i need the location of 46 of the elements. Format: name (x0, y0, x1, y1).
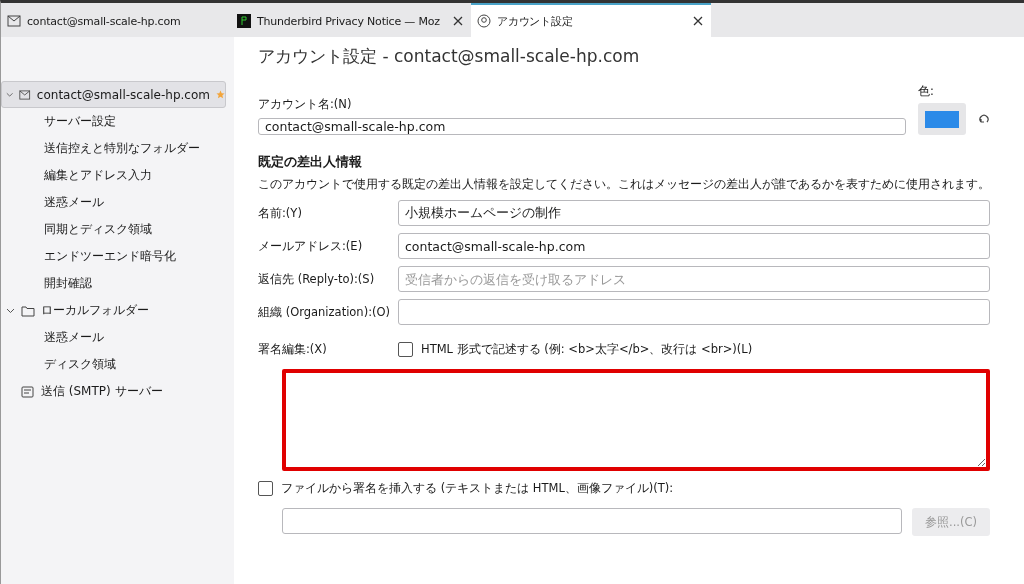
mail-account-icon (7, 15, 21, 27)
field-label: アカウント名:(N) (258, 97, 353, 112)
input-field[interactable]: 小規模ホームページの制作 (398, 200, 990, 226)
checkbox-label: ファイルから署名を挿入する (テキストまたは HTML、画像ファイル)(T): (281, 481, 674, 496)
page-title: アカウント設定 - contact@small-scale-hp.com (258, 45, 641, 68)
account-icon (477, 14, 491, 28)
input-field[interactable]: contact@small-scale-hp.com (398, 233, 990, 259)
tab[interactable]: Thunderbird Privacy Notice — Moz (231, 3, 471, 37)
sidebar-item[interactable]: エンドツーエンド暗号化 (1, 243, 226, 270)
chevron-icon[interactable] (6, 306, 15, 315)
mail-account-icon (19, 88, 31, 101)
tab[interactable]: contact@small-scale-hp.com (1, 3, 231, 37)
input-field[interactable] (398, 299, 990, 325)
checkbox[interactable] (258, 481, 273, 496)
sidebar-item[interactable]: contact@small-scale-hp.com (1, 81, 226, 108)
field-label: 署名編集:(X) (258, 342, 328, 357)
field-label: 返信先 (Reply-to):(S) (258, 271, 376, 287)
page-icon (237, 14, 251, 28)
folder-icon (21, 304, 35, 317)
sidebar-item[interactable]: 編集とアドレス入力 (1, 162, 226, 189)
server-icon (21, 384, 35, 399)
sidebar-item[interactable]: 送信控えと特別なフォルダー (1, 135, 226, 162)
sidebar-item[interactable]: ローカルフォルダー (1, 297, 226, 324)
reset-icon[interactable] (978, 113, 990, 125)
checkbox-label: HTML 形式で記述する (例: <b>太字</b>、改行は <br>)(L) (421, 342, 753, 357)
sidebar-item[interactable]: 迷惑メール (1, 189, 226, 216)
color-label: 色: (918, 84, 935, 99)
field-label: メールアドレス:(E) (258, 238, 364, 254)
input-field[interactable]: 受信者からの返信を受け取るアドレス (398, 266, 990, 292)
sidebar-item[interactable]: 同期とディスク領域 (1, 216, 226, 243)
section-description: このアカウントで使用する既定の差出人情報を設定してください。これはメッセージの差出人が誰であるかを表すために使用されます。 (258, 177, 990, 192)
color-picker[interactable] (918, 103, 966, 135)
field-label: 名前:(Y) (258, 205, 303, 221)
tab[interactable]: アカウント設定 (471, 3, 711, 37)
section-heading: 既定の差出人情報 (258, 153, 363, 171)
sidebar-item[interactable]: ディスク領域 (1, 351, 226, 378)
signature-text-area[interactable] (282, 369, 990, 471)
field-label: 組織 (Organization):(O) (258, 304, 392, 320)
sidebar-item[interactable]: サーバー設定 (1, 108, 226, 135)
close-icon[interactable] (691, 16, 705, 26)
account-name-field[interactable]: contact@small-scale-hp.com (258, 118, 906, 135)
checkbox[interactable] (398, 342, 413, 357)
sidebar-item[interactable]: 送信 (SMTP) サーバー (1, 378, 226, 405)
sidebar-item[interactable]: 迷惑メール (1, 324, 226, 351)
close-icon[interactable] (451, 16, 465, 26)
sidebar-item[interactable]: 開封確認 (1, 270, 226, 297)
